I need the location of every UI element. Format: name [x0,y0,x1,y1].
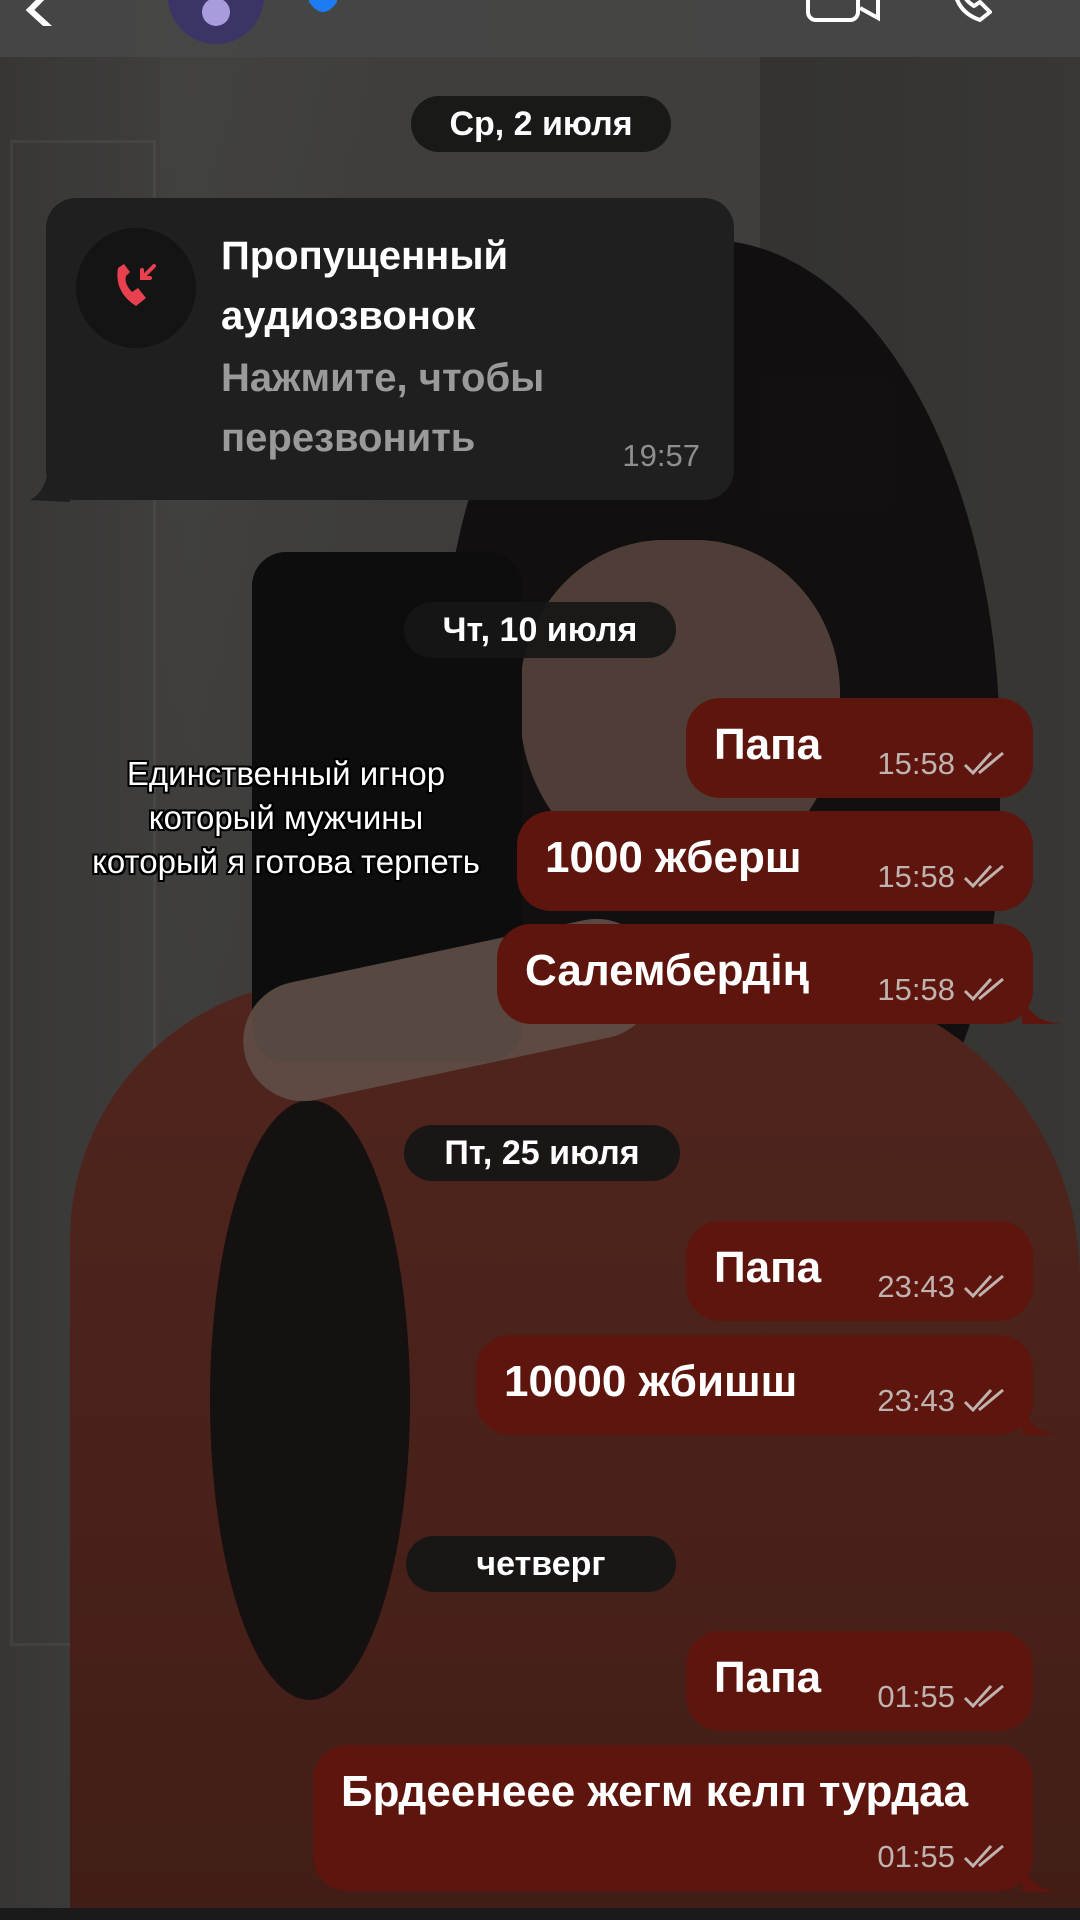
double-check-icon [963,751,1004,776]
bubble-tail [1022,1405,1062,1435]
message-time: 15:58 [877,746,955,781]
chat-header [0,0,1080,57]
bubble-tail [1022,994,1062,1024]
verified-badge-icon [309,0,337,12]
outgoing-message[interactable]: Папа 15:58 [686,698,1033,798]
outgoing-message[interactable]: 1000 жберш 15:58 [517,811,1033,911]
outgoing-message[interactable]: Брдеенеее жегм келп турдаа 01:55 [313,1745,1033,1891]
date-separator: Пт, 25 июля [404,1125,680,1181]
missed-call-icon [76,228,196,348]
date-separator: Чт, 10 июля [404,602,676,658]
message-text: 1000 жберш [545,833,802,882]
missed-call-bubble[interactable]: Пропущенный аудиозвонок Нажмите, чтобы п… [46,198,734,500]
outgoing-message[interactable]: 10000 жбишш 23:43 [476,1335,1033,1435]
phone-call-icon[interactable] [950,0,1006,24]
missed-call-subtitle: Нажмите, чтобы перезвонить [221,356,545,460]
message-time: 15:58 [877,859,955,894]
double-check-icon [963,1274,1004,1299]
double-check-icon [963,1844,1004,1869]
message-time: 23:43 [877,1383,955,1418]
bubble-tail [1022,1862,1062,1892]
outgoing-message[interactable]: Папа 01:55 [686,1631,1033,1731]
message-text: 10000 жбишш [504,1357,798,1406]
chevron-left-icon[interactable] [22,0,62,26]
double-check-icon [963,977,1004,1002]
bottom-edge [0,1908,1080,1920]
user-avatar[interactable] [168,0,264,44]
date-separator: Ср, 2 июля [411,96,671,152]
overlay-caption: Единственный игнор который мужчины котор… [92,755,480,880]
outgoing-message[interactable]: Салембердің 15:58 [497,924,1033,1024]
date-separator: четверг [406,1536,676,1592]
message-time: 23:43 [877,1269,955,1304]
message-text: Папа [714,1653,822,1702]
video-call-icon[interactable] [806,0,880,24]
double-check-icon [963,864,1004,889]
message-text: Папа [714,720,822,769]
message-text: Папа [714,1243,822,1292]
double-check-icon [963,1684,1004,1709]
message-text: Салембердің [525,946,810,995]
double-check-icon [963,1388,1004,1413]
message-text: Брдеенеее жегм келп турдаа [341,1767,969,1816]
missed-call-title: Пропущенный аудиозвонок [221,234,509,338]
message-time: 19:57 [622,438,700,473]
message-time: 01:55 [877,1839,955,1874]
message-time: 15:58 [877,972,955,1007]
outgoing-message[interactable]: Папа 23:43 [686,1221,1033,1321]
message-time: 01:55 [877,1679,955,1714]
